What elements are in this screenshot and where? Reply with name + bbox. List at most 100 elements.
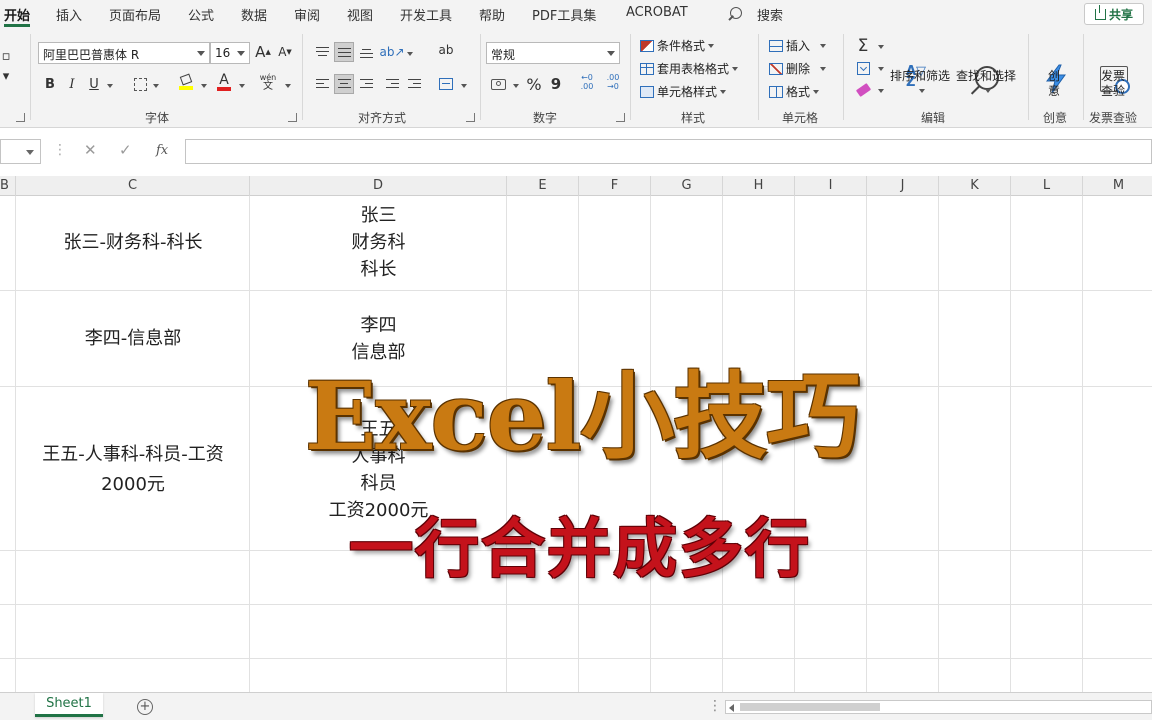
cell-styles-button[interactable]: 单元格样式 xyxy=(640,83,727,100)
cell-c1[interactable]: 张三-财务科-科长 xyxy=(16,229,250,256)
tab-pdf-tools[interactable]: PDF工具集 xyxy=(532,5,596,24)
chevron-down-icon[interactable] xyxy=(878,89,884,93)
column-header-d[interactable]: D xyxy=(250,176,507,196)
tab-developer[interactable]: 开发工具 xyxy=(400,5,452,24)
decrease-font-size-button[interactable]: A ▼ xyxy=(275,42,295,62)
copy-icon[interactable]: ▫ xyxy=(0,46,16,66)
increase-font-size-button[interactable]: A ▲ xyxy=(253,42,273,62)
chevron-down-icon[interactable] xyxy=(239,84,245,88)
chevron-down-icon[interactable] xyxy=(407,52,413,56)
add-sheet-icon[interactable]: + xyxy=(137,699,153,715)
chevron-down-icon[interactable] xyxy=(461,84,467,88)
search-icon[interactable] xyxy=(730,7,742,19)
creative-button[interactable]: 创意 xyxy=(1048,69,1060,99)
column-header-l[interactable]: L xyxy=(1011,176,1083,196)
font-name-select[interactable]: 阿里巴巴普惠体 R xyxy=(38,42,210,64)
borders-button[interactable] xyxy=(130,74,150,94)
column-header-c[interactable]: C xyxy=(16,176,250,196)
conditional-format-button[interactable]: 条件格式 xyxy=(640,37,715,54)
decrease-decimal-button[interactable]: .00 →0 xyxy=(600,72,626,92)
tab-home[interactable]: 开始 xyxy=(4,5,30,24)
wrap-text-button[interactable]: ab xyxy=(436,40,456,60)
fill-button[interactable] xyxy=(853,58,873,78)
clipboard-launcher-icon[interactable] xyxy=(16,113,25,122)
cell-d2[interactable]: 李四 信息部 xyxy=(250,312,507,366)
chevron-down-icon[interactable] xyxy=(201,84,207,88)
increase-indent-button[interactable] xyxy=(404,74,424,94)
align-center-button[interactable] xyxy=(334,74,354,94)
tab-view[interactable]: 视图 xyxy=(347,5,373,24)
format-as-table-button[interactable]: 套用表格格式 xyxy=(640,60,739,77)
decrease-indent-button[interactable] xyxy=(382,74,402,94)
clear-button[interactable] xyxy=(853,80,873,100)
column-header-j[interactable]: J xyxy=(867,176,939,196)
column-header-m[interactable]: M xyxy=(1083,176,1152,196)
chevron-down-icon[interactable] xyxy=(107,84,113,88)
tab-review[interactable]: 审阅 xyxy=(294,5,320,24)
delete-cells-button[interactable]: 删除 xyxy=(769,60,827,77)
tab-splitter-handle[interactable]: ⋮ xyxy=(708,698,722,714)
name-box[interactable] xyxy=(0,139,41,164)
underline-button[interactable]: U xyxy=(84,74,104,94)
align-left-button[interactable] xyxy=(312,74,332,94)
font-color-button[interactable]: A xyxy=(214,72,234,92)
sort-filter-button[interactable]: 排序和筛选 xyxy=(890,69,950,99)
insert-function-icon[interactable]: fx xyxy=(156,143,168,158)
align-right-button[interactable] xyxy=(356,74,376,94)
insert-cells-button[interactable]: 插入 xyxy=(769,37,827,54)
accounting-format-button[interactable] xyxy=(488,74,508,94)
sheet-tab-sheet1[interactable]: Sheet1 xyxy=(35,693,103,717)
align-top-button[interactable] xyxy=(312,42,332,62)
column-header-k[interactable]: K xyxy=(939,176,1011,196)
align-middle-button[interactable] xyxy=(334,42,354,62)
tab-help[interactable]: 帮助 xyxy=(479,5,505,24)
comma-style-button[interactable]: 9 xyxy=(546,74,566,94)
italic-button[interactable]: I xyxy=(62,74,82,94)
orientation-button[interactable]: ab↗ xyxy=(379,42,404,62)
alignment-launcher-icon[interactable] xyxy=(466,113,475,122)
merge-center-button[interactable] xyxy=(436,74,456,94)
phonetic-guide-button[interactable]: wén 文 xyxy=(258,72,278,92)
cancel-icon[interactable]: ✕ xyxy=(84,141,97,159)
cell-c2[interactable]: 李四-信息部 xyxy=(16,325,250,352)
font-launcher-icon[interactable] xyxy=(288,113,297,122)
chevron-down-icon[interactable] xyxy=(878,67,884,71)
tab-page-layout[interactable]: 页面布局 xyxy=(109,5,161,24)
percent-style-button[interactable]: % xyxy=(524,74,544,94)
number-format-select[interactable]: 常规 xyxy=(486,42,620,64)
bold-button[interactable]: B xyxy=(40,74,60,94)
chevron-down-icon[interactable] xyxy=(513,84,519,88)
autosum-button[interactable]: Σ xyxy=(853,36,873,56)
column-header-h[interactable]: H xyxy=(723,176,795,196)
align-bottom-button[interactable] xyxy=(356,42,376,62)
column-header-e[interactable]: E xyxy=(507,176,579,196)
font-size-select[interactable]: 16 xyxy=(210,42,250,64)
format-cells-button[interactable]: 格式 xyxy=(769,83,820,100)
cell-d1[interactable]: 张三 财务科 科长 xyxy=(250,202,507,283)
fill-color-button[interactable] xyxy=(176,72,196,92)
column-header-f[interactable]: F xyxy=(579,176,651,196)
confirm-icon[interactable]: ✓ xyxy=(119,141,132,159)
tab-acrobat[interactable]: ACROBAT xyxy=(626,5,688,20)
chevron-down-icon[interactable] xyxy=(878,45,884,49)
column-header-b[interactable]: B xyxy=(0,176,16,196)
horizontal-scrollbar[interactable] xyxy=(725,700,1152,714)
find-select-button[interactable]: 查找和选择 xyxy=(956,69,1016,99)
number-launcher-icon[interactable] xyxy=(616,113,625,122)
formula-input[interactable] xyxy=(185,139,1152,164)
scrollbar-thumb[interactable] xyxy=(740,703,880,711)
column-header-i[interactable]: I xyxy=(795,176,867,196)
increase-decimal-button[interactable]: ←0 .00 xyxy=(574,72,600,92)
search-box[interactable]: 搜索 xyxy=(757,5,783,24)
chevron-down-icon[interactable] xyxy=(285,84,291,88)
column-header-g[interactable]: G xyxy=(651,176,723,196)
invoice-check-button[interactable]: 发票 查验 xyxy=(1101,69,1125,99)
cell-c3[interactable]: 王五-人事科-科员-工资 2000元 xyxy=(16,440,250,500)
tab-data[interactable]: 数据 xyxy=(241,5,267,24)
format-painter-icon[interactable]: ▾ xyxy=(0,66,16,86)
formula-bar-resize-handle[interactable]: ⋮ xyxy=(53,142,67,158)
tab-insert[interactable]: 插入 xyxy=(56,5,82,24)
chevron-down-icon[interactable] xyxy=(153,84,159,88)
scroll-left-icon[interactable] xyxy=(729,704,734,712)
tab-formulas[interactable]: 公式 xyxy=(188,5,214,24)
